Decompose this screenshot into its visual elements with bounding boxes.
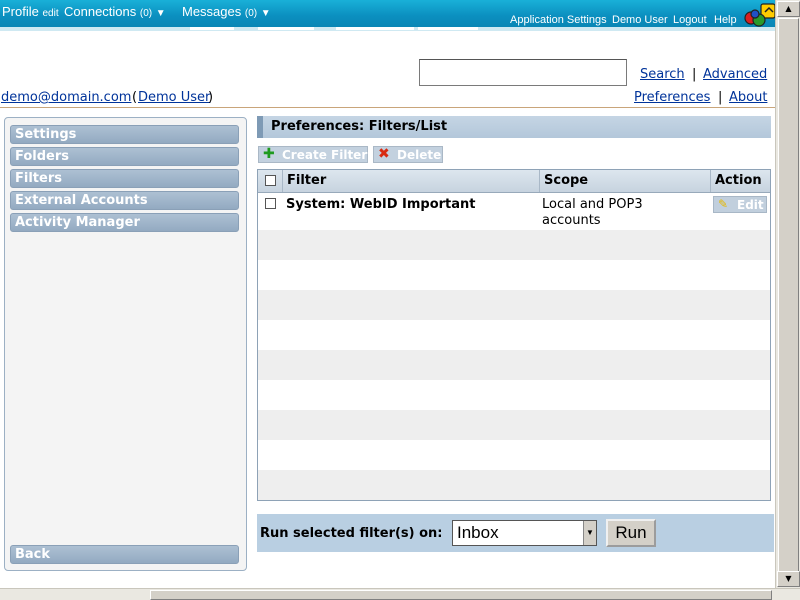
run-filter-label: Run selected filter(s) on: [260, 526, 443, 541]
sidebar: Settings Folders Filters External Accoun… [4, 117, 247, 571]
sidebar-item-settings[interactable]: Settings [10, 125, 239, 144]
column-scope[interactable]: Scope [539, 170, 710, 192]
chevron-down-icon[interactable]: ▼ [156, 8, 166, 19]
select-all-checkbox[interactable] [265, 175, 276, 186]
filters-table: Filter Scope Action System: WebID Import… [257, 169, 771, 501]
top-bar-edge [0, 27, 775, 31]
column-filter[interactable]: Filter [282, 170, 539, 192]
table-header: Filter Scope Action [258, 170, 770, 193]
app-logo-icon [744, 3, 776, 27]
application-settings-link[interactable]: Application Settings [510, 14, 607, 26]
top-bar: Profile edit Connections (0) ▼ Messages … [0, 0, 776, 27]
delete-icon: ✖ [378, 146, 390, 162]
empty-row [258, 350, 770, 380]
account-name-link[interactable]: Demo User [138, 90, 210, 105]
create-filter-label: Create Filter [282, 148, 368, 162]
profile-menu[interactable]: Profile edit [2, 4, 59, 19]
pencil-icon: ✎ [718, 197, 729, 211]
empty-row [258, 470, 770, 500]
page-title: Preferences: Filters/List [257, 116, 771, 138]
sidebar-item-external-accounts[interactable]: External Accounts [10, 191, 239, 210]
empty-row [258, 230, 770, 260]
edit-filter-button[interactable]: ✎ Edit [713, 196, 767, 213]
messages-menu[interactable]: Messages (0) ▼ [182, 4, 271, 19]
paren-close: ) [208, 90, 214, 105]
horizontal-scroll-thumb[interactable] [150, 590, 772, 600]
column-action: Action [710, 170, 770, 192]
delete-label: Delete [397, 148, 442, 162]
filter-scope: Local and POP3 [542, 197, 643, 212]
row-checkbox[interactable] [265, 198, 276, 209]
sidebar-item-activity-manager[interactable]: Activity Manager [10, 213, 239, 232]
empty-row [258, 410, 770, 440]
vertical-scrollbar[interactable]: ▲ ▼ [775, 0, 800, 588]
profile-label[interactable]: Profile [2, 4, 39, 19]
logout-link[interactable]: Logout [673, 14, 707, 26]
current-user-link[interactable]: Demo User [612, 14, 668, 26]
sidebar-item-folders[interactable]: Folders [10, 147, 239, 166]
filter-name: System: WebID Important [286, 197, 476, 212]
search-link[interactable]: Search [640, 67, 685, 82]
vertical-scroll-thumb[interactable] [778, 18, 799, 574]
link-separator: | [718, 90, 723, 105]
messages-count: (0) [244, 8, 258, 19]
profile-edit-link[interactable]: edit [42, 8, 58, 19]
paren-open: ( [132, 90, 138, 105]
connections-menu[interactable]: Connections (0) ▼ [64, 4, 166, 19]
advanced-search-link[interactable]: Advanced [703, 67, 767, 82]
help-link[interactable]: Help [714, 14, 737, 26]
filter-scope-continued: accounts [542, 213, 601, 228]
run-filter-bar: Run selected filter(s) on: Inbox ▼ Run [257, 514, 774, 552]
empty-row [258, 290, 770, 320]
sidebar-item-filters[interactable]: Filters [10, 169, 239, 188]
run-target-select[interactable]: Inbox ▼ [452, 520, 597, 546]
edit-label: Edit [737, 198, 764, 212]
messages-label[interactable]: Messages [182, 4, 241, 19]
chevron-down-icon[interactable]: ▼ [261, 8, 271, 19]
horizontal-scrollbar[interactable] [0, 588, 800, 600]
add-icon: ✚ [263, 146, 275, 162]
header-divider [0, 107, 775, 108]
create-filter-button[interactable]: ✚ Create Filter [258, 146, 368, 163]
about-link[interactable]: About [729, 90, 767, 105]
search-input[interactable] [419, 59, 627, 86]
connections-label[interactable]: Connections [64, 4, 136, 19]
account-email-link[interactable]: demo@domain.com [1, 90, 131, 105]
scroll-up-icon[interactable]: ▲ [777, 1, 800, 17]
link-separator: | [692, 67, 697, 82]
preferences-link[interactable]: Preferences [634, 90, 710, 105]
delete-button[interactable]: ✖ Delete [373, 146, 443, 163]
chevron-down-icon[interactable]: ▼ [583, 521, 596, 545]
run-button[interactable]: Run [606, 519, 656, 547]
connections-count: (0) [139, 8, 153, 19]
run-target-value: Inbox [457, 523, 499, 542]
back-button[interactable]: Back [10, 545, 239, 564]
scroll-down-icon[interactable]: ▼ [777, 571, 800, 587]
